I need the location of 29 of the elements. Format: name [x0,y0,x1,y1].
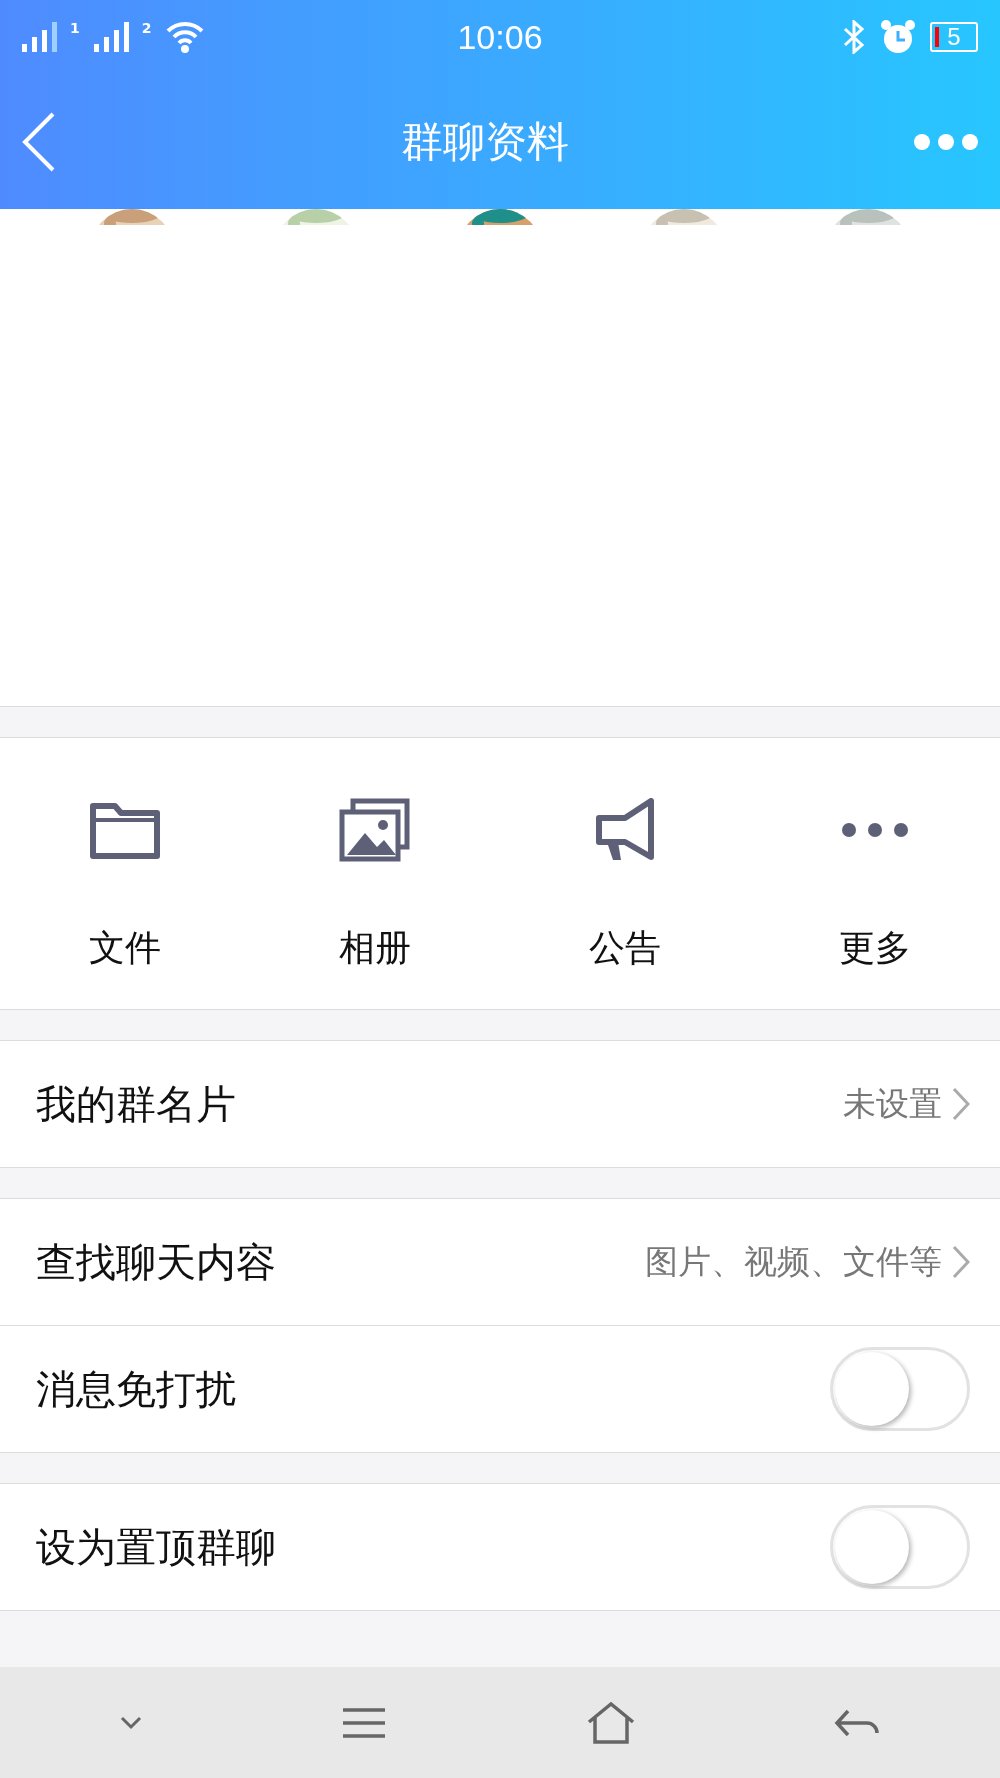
bluetooth-icon [842,20,866,54]
more-icon [841,821,909,838]
shortcut-button[interactable]: 公告 [500,738,750,1009]
battery-icon: 5 [930,22,978,52]
menu-icon[interactable] [341,1706,388,1739]
chevron-right-icon [952,1087,970,1121]
setting-value[interactable]: 图片、视频、文件等 [645,1239,970,1285]
setting-label: 我的群名片 [36,1079,236,1129]
chevron-down-icon[interactable] [119,1715,142,1730]
shortcut-button[interactable]: 更多 [750,738,1000,1009]
sim-number: 1 [70,20,80,36]
setting-value[interactable]: 未设置 [843,1081,970,1127]
setting-label: 消息免打扰 [36,1364,236,1414]
sim-number: 2 [141,20,152,36]
setting-label: 设为置顶群聊 [36,1522,276,1572]
home-icon[interactable] [586,1701,635,1744]
more-button[interactable] [914,133,978,150]
shortcut-button[interactable]: 文件 [0,738,250,1009]
alarm-icon [880,19,916,55]
wifi-icon [165,21,204,53]
shortcut-button[interactable]: 相册 [250,738,500,1009]
clock-time: 10:06 [457,17,543,57]
page-title: 群聊资料 [401,115,569,168]
picture-icon [339,797,411,862]
back-button[interactable] [22,111,56,172]
megaphone-icon [593,797,657,862]
chevron-right-icon [952,1245,970,1279]
back-icon[interactable] [834,1707,881,1738]
setting-label: 查找聊天内容 [36,1237,276,1287]
